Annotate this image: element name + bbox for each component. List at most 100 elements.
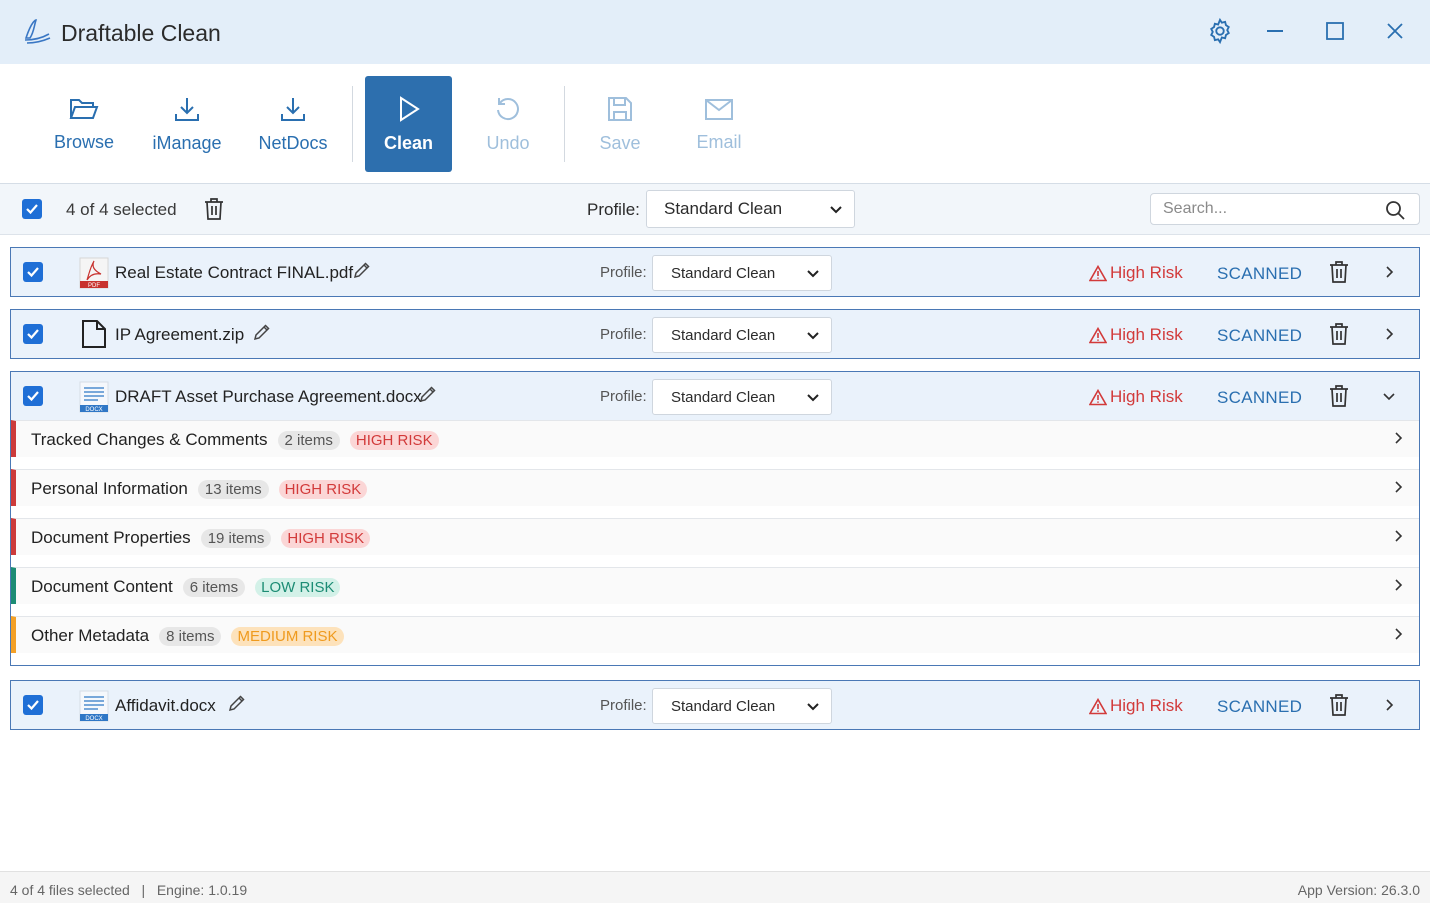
clean-button[interactable]: Clean [365,76,452,172]
rename-pencil-icon[interactable] [228,694,246,717]
status-left: 4 of 4 files selected | Engine: 1.0.19 [10,882,248,898]
docx-type-label: DOCX [85,716,102,722]
risk-indicator: High Risk [1089,325,1183,345]
chevron-down-icon [807,703,819,711]
minimize-icon[interactable] [1258,14,1292,48]
close-icon[interactable] [1378,14,1412,48]
file-checkbox[interactable] [23,695,43,715]
delete-file-trash-icon[interactable] [1327,322,1351,346]
risk-badge: LOW RISK [255,578,341,597]
category-row-personal-information[interactable]: Personal Information 13 items HIGH RISK [11,469,1419,506]
category-row-other-metadata[interactable]: Other Metadata 8 items MEDIUM RISK [11,616,1419,653]
warning-icon [1089,697,1107,714]
undo-icon [497,97,519,120]
chevron-right-icon[interactable] [1379,324,1399,344]
item-count-badge: 8 items [159,627,222,646]
category-title: Personal Information [31,479,188,498]
scan-status: SCANNED [1217,697,1303,716]
category-title-wrap: Tracked Changes & Comments 2 items HIGH RI… [31,430,439,450]
profile-label: Profile: [600,264,647,281]
file-profile-value: Standard Clean [671,388,776,406]
email-button[interactable]: Email [686,76,752,172]
rename-pencil-icon[interactable] [353,261,371,284]
file-row-header: DOCX DRAFT Asset Purchase Agreement.docx… [11,372,1419,420]
file-profile-select[interactable]: Standard Clean [652,255,832,291]
search-icon[interactable] [1385,200,1405,220]
warning-icon [1089,326,1107,343]
category-title: Document Properties [31,528,191,547]
settings-gear-icon[interactable] [1203,14,1237,48]
risk-badge: HIGH RISK [278,480,368,499]
netdocs-button[interactable]: NetDocs [253,76,333,172]
file-profile-value: Standard Clean [671,264,776,282]
chevron-right-icon[interactable] [1379,262,1399,282]
item-count-badge: 13 items [197,480,269,499]
imanage-button[interactable]: iManage [146,76,228,172]
risk-label: High Risk [1110,263,1183,282]
rename-pencil-icon[interactable] [253,323,271,346]
scan-status: SCANNED [1217,264,1303,283]
undo-button[interactable]: Undo [472,76,544,172]
imanage-label: iManage [152,132,222,153]
category-row-document-properties[interactable]: Document Properties 19 items HIGH RISK [11,518,1419,555]
file-checkbox[interactable] [23,324,43,344]
app-title: Draftable Clean [61,20,221,46]
browse-label: Browse [53,131,115,152]
file-profile-select[interactable]: Standard Clean [652,688,832,724]
file-profile-select[interactable]: Standard Clean [652,379,832,415]
toolbar-divider [352,86,353,162]
risk-badge: MEDIUM RISK [231,627,344,646]
file-row[interactable]: IP Agreement.zip Profile: Standard Clean… [10,309,1420,359]
pdf-file-icon: PDF [79,257,109,294]
download-icon [175,97,199,121]
file-name: Affidavit.docx [115,696,216,715]
delete-file-trash-icon[interactable] [1327,260,1351,284]
chevron-right-icon [1395,481,1403,493]
maximize-icon[interactable] [1318,14,1352,48]
select-all-checkbox[interactable] [22,199,42,219]
global-profile-select[interactable]: Standard Clean [646,190,855,228]
docx-type-label: DOCX [85,407,102,413]
save-button[interactable]: Save [588,76,652,172]
download-icon [281,97,305,121]
status-bar: 4 of 4 files selected | Engine: 1.0.19 A… [0,871,1430,903]
delete-file-trash-icon[interactable] [1327,693,1351,717]
file-row[interactable]: DOCX Affidavit.docx Profile: Standard Cl… [10,680,1420,730]
file-checkbox[interactable] [23,262,43,282]
delete-file-trash-icon[interactable] [1327,384,1351,408]
file-name: Real Estate Contract FINAL.pdf [115,263,354,282]
file-profile-select[interactable]: Standard Clean [652,317,832,353]
file-row-expanded[interactable]: DOCX DRAFT Asset Purchase Agreement.docx… [10,371,1420,666]
rename-pencil-icon[interactable] [419,385,437,408]
risk-indicator: High Risk [1089,696,1183,716]
delete-selected-trash-icon[interactable] [202,197,226,221]
chevron-down-icon [807,270,819,278]
file-row-header: IP Agreement.zip Profile: Standard Clean… [11,310,1419,358]
undo-label: Undo [486,132,530,153]
risk-label: High Risk [1110,325,1183,344]
clean-label: Clean [383,132,434,153]
collapse-chevron-down-icon[interactable] [1379,386,1399,406]
save-icon [608,96,632,121]
category-row-document-content[interactable]: Document Content 6 items LOW RISK [11,567,1419,604]
category-title: Other Metadata [31,626,150,645]
risk-indicator: High Risk [1089,387,1183,407]
chevron-right-icon [1395,628,1403,640]
pdf-type-label: PDF [88,283,100,289]
browse-button[interactable]: Browse [44,76,124,172]
risk-label: High Risk [1110,387,1183,406]
file-checkbox[interactable] [23,386,43,406]
category-title-wrap: Document Properties 19 items HIGH RISK [31,528,371,548]
search-input[interactable] [1163,194,1383,224]
risk-badge: HIGH RISK [349,431,439,450]
docx-file-icon: DOCX [79,690,109,727]
category-row-tracked-changes[interactable]: Tracked Changes & Comments 2 items HIGH RI… [11,420,1419,457]
file-profile-value: Standard Clean [671,326,776,344]
toolbar: Browse iManage NetDocs Clean Undo Save E… [0,64,1430,184]
chevron-down-icon [807,332,819,340]
chevron-right-icon[interactable] [1379,695,1399,715]
chevron-right-icon [1395,530,1403,542]
file-row[interactable]: PDF Real Estate Contract FINAL.pdf Profi… [10,247,1420,297]
scan-status: SCANNED [1217,326,1303,345]
selection-bar: 4 of 4 selected Profile: Standard Clean [0,184,1430,235]
